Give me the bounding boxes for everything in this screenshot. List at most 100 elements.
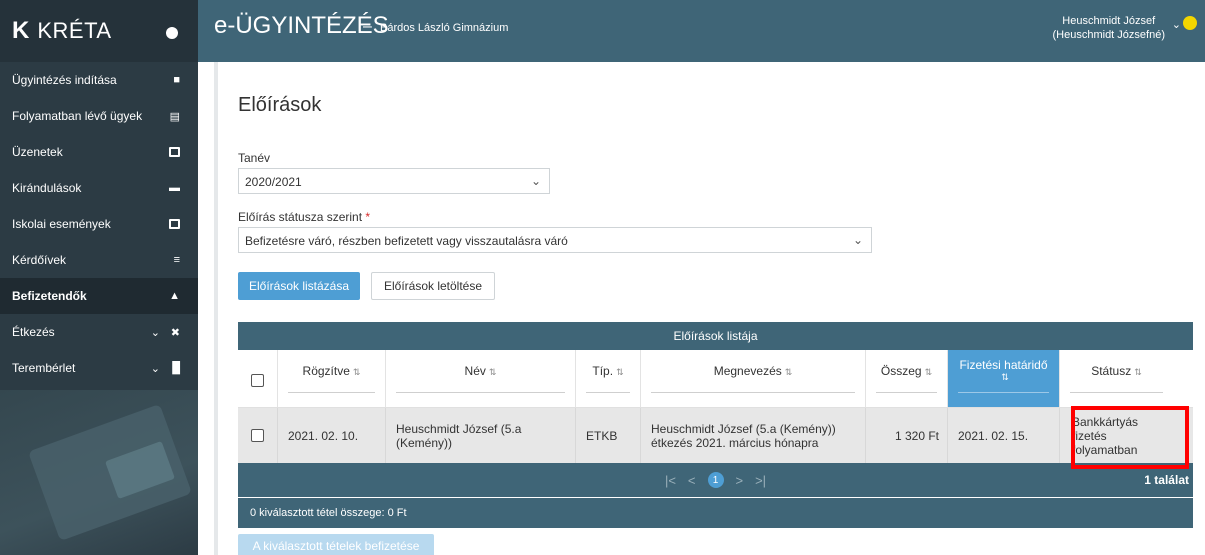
cell-tip: ETKB: [576, 408, 641, 463]
col-megnevezes[interactable]: Megnevezés ⇅: [641, 350, 866, 407]
cell-nev: Heuschmidt József (5.a (Kemény)): [386, 408, 576, 463]
list-icon: ▤: [169, 110, 180, 123]
school-name: Bárdos László Gimnázium: [380, 22, 509, 34]
chevron-down-icon: ⌄: [530, 174, 541, 188]
cell-megnevezes: Heuschmidt József (5.a (Kemény)) étkezés…: [641, 408, 866, 463]
col-label: Státusz: [1091, 364, 1132, 378]
sidebar-item-befizetendok[interactable]: Befizetendők ▲: [0, 278, 198, 314]
pay-selected-button[interactable]: A kiválasztott tételek befizetése: [238, 534, 434, 555]
sidebar-item-ugyintezes-inditasa[interactable]: Ügyintézés indítása ■: [0, 62, 198, 98]
prev-page-button[interactable]: <: [688, 473, 696, 488]
new-case-icon: ■: [173, 74, 180, 86]
col-hatarido[interactable]: Fizetési határidő ⇅: [948, 350, 1060, 407]
sidebar-item-iskolai-esemenyek[interactable]: Iskolai események: [0, 206, 198, 242]
col-tip[interactable]: Típ. ⇅: [576, 350, 641, 407]
select-all-checkbox[interactable]: [251, 374, 264, 387]
sidebar-item-kirandulasok[interactable]: Kirándulások ▬: [0, 170, 198, 206]
user-avatar-icon[interactable]: [1183, 16, 1197, 30]
sidebar: K KRÉTA Ügyintézés indítása ■ Folyamatba…: [0, 0, 198, 555]
grid-header: Rögzítve ⇅ Név ⇅ Típ. ⇅ Megnevezés ⇅ Összeg ⇅…: [238, 350, 1193, 408]
sidebar-illustration: [0, 390, 198, 555]
sidebar-item-uzenetek[interactable]: Üzenetek: [0, 134, 198, 170]
tanev-select[interactable]: 2020/2021 ⌄: [238, 168, 550, 194]
pager: |< < 1 > >| 1 találat: [238, 463, 1193, 497]
door-icon: █: [172, 362, 180, 374]
status-label-text: Előírás státusza szerint: [238, 210, 363, 224]
payment-icon: ▲: [169, 290, 180, 302]
list-button[interactable]: Előírások listázása: [238, 272, 360, 300]
sidebar-item-label: Kérdőívek: [12, 253, 67, 267]
sidebar-item-label: Kirándulások: [12, 181, 82, 195]
chevron-down-icon: ⌄: [150, 362, 160, 375]
sort-icon: ⇅: [488, 367, 497, 377]
sidebar-item-kerdoivek[interactable]: Kérdőívek ≡: [0, 242, 198, 278]
chevron-down-icon[interactable]: ⌄: [1172, 18, 1181, 31]
page-title: Előírások: [238, 94, 322, 116]
first-page-button[interactable]: |<: [665, 473, 676, 488]
topbar: e-ÜGYINTÉZÉS – Bárdos László Gimnázium H…: [198, 0, 1205, 62]
status-select[interactable]: Befizetésre váró, részben befizetett vag…: [238, 227, 872, 253]
row-checkbox[interactable]: [251, 429, 264, 442]
sidebar-item-label: Iskolai események: [12, 217, 111, 231]
sidebar-item-label: Terembérlet: [12, 361, 76, 375]
grid-title: Előírások listája: [238, 322, 1193, 350]
col-label: Rögzítve: [302, 364, 350, 378]
status-value: Befizetésre váró, részben befizetett vag…: [245, 234, 568, 248]
row-checkbox-cell: [238, 408, 278, 463]
sort-icon: ⇅: [352, 367, 361, 377]
brand[interactable]: K KRÉTA: [0, 0, 198, 62]
col-nev[interactable]: Név ⇅: [386, 350, 576, 407]
col-label: Név: [464, 364, 486, 378]
sort-icon: ⇅: [1134, 367, 1142, 377]
sidebar-item-label: Ügyintézés indítása: [12, 73, 117, 87]
cell-hatarido: 2021. 02. 15.: [948, 408, 1060, 463]
user-menu[interactable]: Heuschmidt József (Heuschmidt Józsefné): [1053, 14, 1166, 42]
title-separator: –: [363, 18, 372, 35]
sidebar-item-label: Étkezés: [12, 325, 55, 339]
last-page-button[interactable]: >|: [755, 473, 766, 488]
sort-icon: ⇅: [924, 367, 933, 377]
required-mark: *: [365, 210, 371, 224]
sidebar-item-etkezes[interactable]: Étkezés ⌄ ✖: [0, 314, 198, 350]
envelope-icon: [169, 147, 180, 157]
current-page[interactable]: 1: [707, 472, 724, 488]
cutlery-icon: ✖: [170, 326, 180, 339]
main-content: Előírások Tanév 2020/2021 ⌄ Előírás stát…: [214, 62, 1205, 555]
calendar-icon: [169, 219, 180, 229]
tanev-value: 2020/2021: [245, 175, 302, 189]
tanev-label: Tanév: [238, 151, 271, 165]
download-button[interactable]: Előírások letöltése: [371, 272, 495, 300]
col-label: Megnevezés: [713, 364, 782, 378]
next-page-button[interactable]: >: [736, 473, 744, 488]
sidebar-toggle-icon[interactable]: [166, 27, 178, 39]
sidebar-item-folyamatban[interactable]: Folyamatban lévő ügyek ▤: [0, 98, 198, 134]
col-statusz[interactable]: Státusz ⇅: [1060, 350, 1173, 407]
sidebar-item-label: Befizetendők: [12, 289, 87, 303]
table-row[interactable]: 2021. 02. 10. Heuschmidt József (5.a (Ke…: [238, 408, 1193, 463]
user-account: (Heuschmidt Józsefné): [1052, 29, 1166, 41]
col-label: Típ.: [592, 364, 614, 378]
sidebar-item-terembérlet[interactable]: Terembérlet ⌄ █: [0, 350, 198, 386]
cell-rogzitve: 2021. 02. 10.: [278, 408, 386, 463]
prescriptions-grid: Előírások listája Rögzítve ⇅ Név ⇅ Típ. ⇅ M…: [238, 322, 1193, 528]
col-label: Összeg: [880, 364, 922, 378]
cell-osszeg: 1 320 Ft: [866, 408, 948, 463]
result-count: 1 találat: [1144, 473, 1189, 487]
col-rogzitve[interactable]: Rögzítve ⇅: [278, 350, 386, 407]
brand-name: KRÉTA: [37, 18, 112, 43]
sidebar-item-label: Folyamatban lévő ügyek: [12, 109, 143, 123]
selection-summary: 0 kiválasztott tétel összege: 0 Ft: [238, 498, 1193, 528]
kreta-logo-icon: K: [12, 17, 30, 44]
sidebar-item-label: Üzenetek: [12, 145, 63, 159]
chevron-down-icon: ⌄: [150, 326, 160, 339]
user-name: Heuschmidt József: [1062, 15, 1156, 27]
col-label: Fizetési határidő: [959, 358, 1048, 372]
select-all-cell: [238, 350, 278, 407]
status-label: Előírás státusza szerint *: [238, 210, 370, 224]
sort-icon: ⇅: [616, 367, 624, 377]
sort-icon: ⇅: [1001, 372, 1009, 382]
chevron-down-icon: ⌄: [852, 233, 863, 247]
bed-icon: ▬: [169, 182, 180, 194]
sort-icon: ⇅: [784, 367, 793, 377]
col-osszeg[interactable]: Összeg ⇅: [866, 350, 948, 407]
